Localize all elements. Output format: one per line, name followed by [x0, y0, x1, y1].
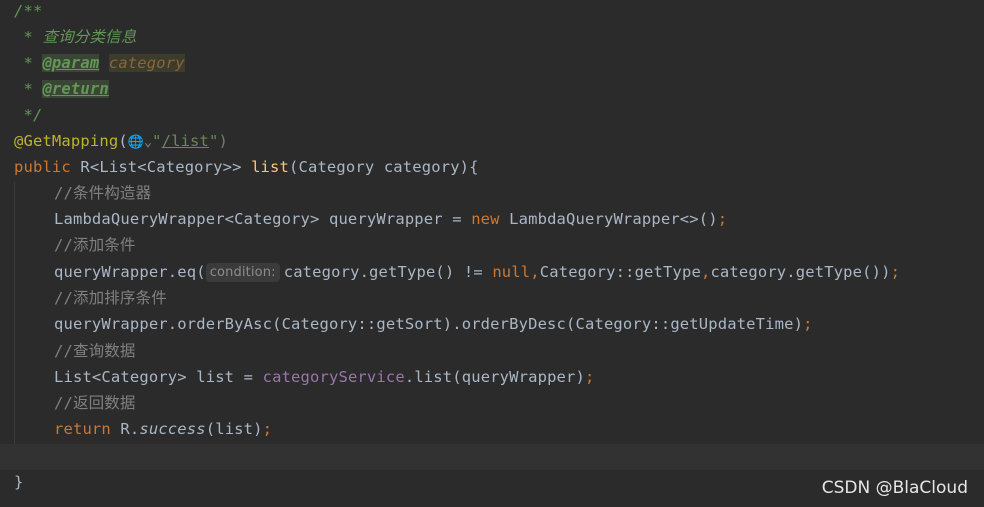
code-text: LambdaQueryWrapper<>() — [499, 210, 718, 228]
code-editor[interactable]: /** * 查询分类信息 * @param category * @return… — [0, 0, 984, 507]
doc-param-name: category — [108, 54, 185, 72]
code-text: Category::getType — [539, 263, 701, 281]
comment-text: //添加排序条件 — [54, 289, 167, 307]
comment-line-4: //查询数据 — [54, 338, 136, 364]
doc-open-text: /** — [14, 2, 43, 20]
static-method-call[interactable]: success — [139, 420, 205, 438]
string-close: ") — [209, 132, 228, 150]
comment-text: //条件构造器 — [54, 184, 152, 202]
doc-param-tag: @param — [42, 54, 100, 72]
doc-close-text: */ — [14, 106, 43, 124]
return-keyword: return — [54, 420, 111, 438]
code-line-list: List<Category> list = categoryService.li… — [54, 364, 594, 390]
comma: , — [700, 263, 711, 281]
comment-line-5: //返回数据 — [54, 390, 136, 416]
indent-guide — [14, 182, 15, 444]
null-keyword: null — [492, 263, 531, 281]
doc-comment-param: * @param category — [14, 50, 185, 76]
semicolon: ; — [717, 210, 728, 228]
code-line-eq: queryWrapper.eq(condition: category.getTy… — [54, 259, 900, 285]
code-line-wrapper-init: LambdaQueryWrapper<Category> queryWrappe… — [54, 206, 727, 232]
code-text: queryWrapper.eq( — [54, 263, 206, 281]
doc-summary-text: 查询分类信息 — [42, 28, 137, 46]
annotation-line: @GetMapping(🌐⌄"/list") — [14, 128, 228, 154]
semicolon: ; — [890, 263, 901, 281]
semicolon: ; — [585, 368, 595, 386]
globe-icon[interactable]: 🌐 — [128, 135, 144, 150]
code-text: category.getType() != — [283, 263, 493, 281]
comment-text: //添加条件 — [54, 236, 136, 254]
code-line-return: return R.success(list); — [54, 416, 272, 442]
comment-line-1: //条件构造器 — [54, 180, 151, 206]
comment-text: //查询数据 — [54, 342, 136, 360]
doc-comment-return: * @return — [14, 76, 109, 102]
doc-star: * — [14, 80, 43, 98]
doc-comment-summary: * 查询分类信息 — [14, 24, 136, 50]
new-keyword: new — [471, 210, 500, 228]
string-quote: " — [152, 132, 162, 150]
current-line-highlight — [0, 444, 984, 470]
comment-line-2: //添加条件 — [54, 232, 136, 258]
code-text: queryWrapper.orderByAsc(Category::getSor… — [54, 315, 804, 333]
code-text: category.getType()) — [710, 263, 891, 281]
doc-comment-close: */ — [14, 102, 42, 128]
semicolon: ; — [803, 315, 813, 333]
comment-line-3: //添加排序条件 — [54, 285, 167, 311]
comma: , — [530, 263, 540, 281]
method-signature: public R<List<Category>> list(Category c… — [14, 154, 479, 180]
paren: ( — [118, 132, 128, 150]
doc-comment-open: /** — [14, 0, 42, 24]
method-params: (Category category){ — [289, 158, 479, 176]
comment-text: //返回数据 — [54, 394, 136, 412]
semicolon: ; — [262, 420, 273, 438]
parameter-hint: condition: — [205, 263, 280, 282]
doc-star: * — [14, 28, 43, 46]
code-text: (list) — [205, 420, 263, 438]
doc-star: * — [14, 54, 43, 72]
method-name[interactable]: list — [251, 158, 289, 176]
public-keyword: public — [14, 158, 71, 176]
watermark: CSDN @BlaCloud — [821, 478, 968, 498]
mapping-path-link[interactable]: /list — [162, 132, 209, 150]
code-text: .list(queryWrapper) — [404, 368, 585, 386]
code-text: LambdaQueryWrapper<Category> queryWrappe… — [54, 210, 472, 228]
closing-brace-line: } — [14, 469, 23, 495]
chevron-down-icon[interactable]: ⌄ — [144, 135, 152, 150]
service-field[interactable]: categoryService — [263, 368, 405, 386]
doc-return-tag: @return — [42, 80, 109, 98]
closing-brace: } — [14, 473, 24, 491]
getmapping-annotation[interactable]: @GetMapping — [14, 132, 118, 150]
code-line-order: queryWrapper.orderByAsc(Category::getSor… — [54, 311, 813, 337]
code-text: List<Category> list = — [54, 368, 263, 386]
return-type: R<List<Category>> — [70, 158, 252, 176]
code-text: R. — [110, 420, 140, 438]
